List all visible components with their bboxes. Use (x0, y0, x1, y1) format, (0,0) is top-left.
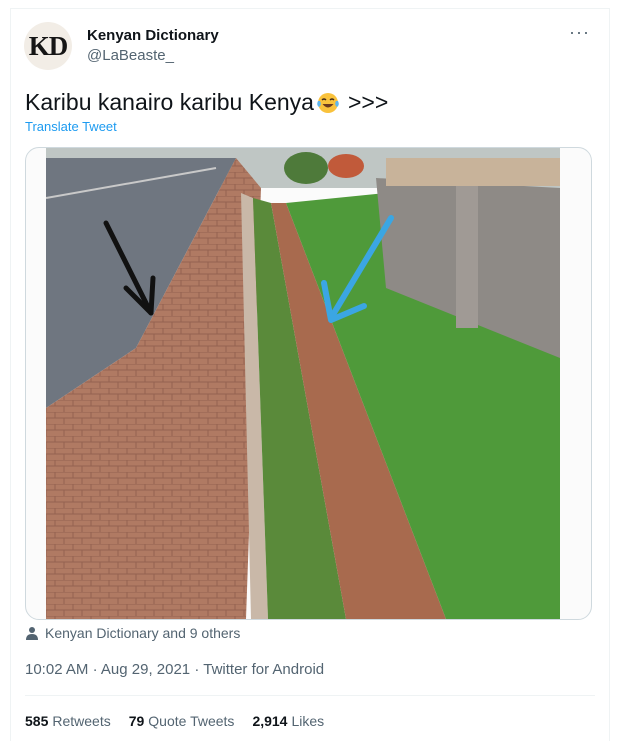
meta-separator: · (92, 661, 98, 678)
tweet-stats: 585 Retweets 79 Quote Tweets 2,914 Likes (25, 713, 324, 729)
tweet-card: KD Kenyan Dictionary @LaBeaste_ ··· Kari… (10, 8, 610, 741)
face-with-tears-of-joy-icon (317, 92, 339, 113)
retweets-stat[interactable]: 585 Retweets (25, 713, 111, 729)
avatar[interactable]: KD (24, 22, 72, 70)
tweet-time[interactable]: 10:02 AM (25, 661, 88, 678)
tweet-text-body: Karibu kanairo karibu Kenya (25, 89, 314, 115)
person-icon (26, 627, 38, 640)
likes-label: Likes (291, 713, 325, 729)
likes-count: 2,914 (252, 713, 288, 729)
retweets-label: Retweets (52, 713, 111, 729)
tweet-meta: 10:02 AM · Aug 29, 2021 · Twitter for An… (25, 661, 324, 678)
tweet-text: Karibu kanairo karibu Kenya >>> (25, 89, 388, 116)
quote-tweets-label: Quote Tweets (148, 713, 235, 729)
translate-tweet-link[interactable]: Translate Tweet (25, 119, 117, 134)
meta-separator-2: · (194, 661, 200, 678)
tweet-text-suffix: >>> (347, 89, 389, 115)
quote-tweets-count: 79 (128, 713, 145, 729)
author-name[interactable]: Kenyan Dictionary (87, 27, 219, 44)
divider (25, 695, 595, 696)
avatar-text: KD (28, 30, 68, 61)
photo-sidewalk-illustration (46, 148, 560, 619)
likes-stat[interactable]: 2,914 Likes (252, 713, 324, 729)
quote-tweets-stat[interactable]: 79 Quote Tweets (129, 713, 235, 729)
social-context[interactable]: Kenyan Dictionary and 9 others (25, 625, 240, 641)
retweets-count: 585 (25, 713, 49, 729)
author-handle[interactable]: @LaBeaste_ (87, 47, 174, 64)
tweet-source[interactable]: Twitter for Android (203, 661, 324, 678)
more-icon[interactable]: ··· (569, 23, 590, 41)
tweet-date[interactable]: Aug 29, 2021 (101, 661, 190, 678)
tweet-photo[interactable] (25, 147, 592, 620)
social-context-text: Kenyan Dictionary and 9 others (45, 625, 241, 641)
